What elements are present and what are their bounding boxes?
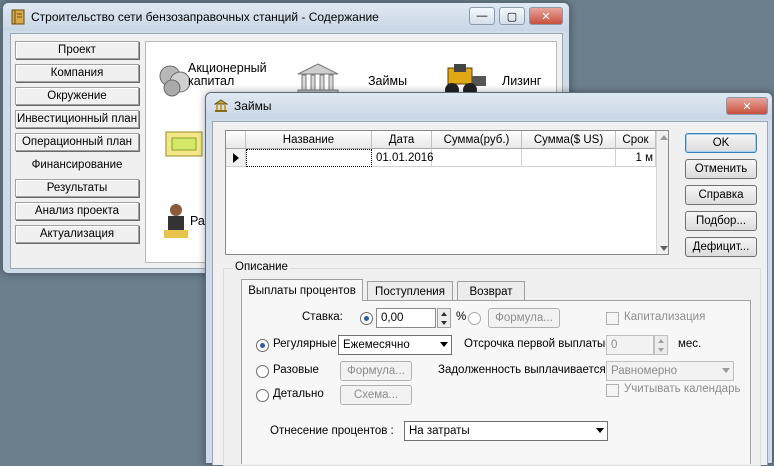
one-time-radio[interactable] [256, 365, 269, 378]
leasing-label: Лизинг [502, 74, 542, 88]
capitalization-label: Капитализация [624, 311, 706, 323]
nav-item-update[interactable]: Актуализация [15, 225, 139, 243]
percent-label: % [456, 311, 467, 323]
stock-capital-label: Акционерный капитал [188, 61, 267, 88]
loans-label: Займы [368, 74, 408, 88]
capitalization-checkbox[interactable] [606, 312, 619, 325]
spin-down-icon [441, 321, 447, 325]
period-select[interactable]: Ежемесячно [338, 335, 452, 355]
nav-item-company[interactable]: Компания [15, 64, 139, 82]
tab-receipts[interactable]: Поступления [367, 281, 453, 301]
one-time-label: Разовые [273, 364, 319, 376]
attribution-select-value: На затраты [409, 425, 470, 437]
regular-radio[interactable] [256, 339, 269, 352]
cell-term[interactable]: 1 м [616, 149, 656, 167]
debt-label: Задолженность выплачивается [438, 364, 606, 376]
spin-down-icon [658, 348, 664, 352]
period-select-value: Ежемесячно [343, 339, 410, 351]
rate-input[interactable]: 0,00 [376, 308, 436, 328]
tab-repayment-label: Возврат [469, 285, 513, 298]
rate-radio[interactable] [360, 312, 373, 325]
help-button[interactable]: Справка [685, 185, 757, 205]
dialog-close-button[interactable]: ✕ [726, 97, 768, 115]
nav-item-investment-plan[interactable]: Инвестиционный план [15, 110, 139, 128]
detailed-label: Детально [273, 388, 324, 400]
cell-name[interactable] [246, 149, 372, 167]
bank-small-icon [214, 99, 228, 112]
ok-button[interactable]: OK [685, 133, 757, 153]
tab-panel: Ставка: 0,00 % Формула... Капитализация … [241, 300, 751, 464]
regular-label: Регулярные [273, 338, 337, 350]
bank-icon [297, 63, 339, 95]
nav-item-results[interactable]: Результаты [15, 179, 139, 197]
chevron-down-icon [596, 428, 604, 433]
grid-header-sum-usd[interactable]: Сумма($ US) [522, 131, 616, 149]
scroll-up-icon[interactable] [660, 135, 668, 140]
chevron-down-icon [722, 368, 730, 373]
months-label: мес. [678, 338, 702, 350]
tab-interest-payments[interactable]: Выплаты процентов [241, 279, 363, 301]
first-delay-input[interactable]: 0 [606, 335, 654, 355]
description-label: Описание [233, 261, 290, 273]
main-window-title: Строительство сети бензозаправочных стан… [31, 10, 379, 24]
dialog-titlebar[interactable]: Займы [206, 93, 772, 119]
grid-header-date[interactable]: Дата [372, 131, 432, 149]
dialog-title: Займы [234, 99, 272, 113]
dialog-client-area: Название Дата Сумма(руб.) Сумма($ US) Ср… [212, 121, 768, 466]
deficit-button[interactable]: Дефицит... [685, 237, 757, 257]
loans-grid[interactable]: Название Дата Сумма(руб.) Сумма($ US) Ср… [225, 130, 669, 255]
certificate-icon [165, 131, 203, 157]
tab-repayment[interactable]: Возврат [457, 281, 525, 301]
scheme-button[interactable]: Схема... [340, 385, 412, 405]
debt-select-value: Равномерно [611, 365, 677, 377]
person-icon [164, 204, 188, 238]
rate-label: Ставка: [302, 311, 343, 323]
scroll-down-icon[interactable] [660, 246, 668, 251]
attribution-select[interactable]: На затраты [404, 421, 608, 441]
tab-interest-payments-label: Выплаты процентов [248, 284, 356, 297]
notebook-icon [11, 9, 25, 25]
rate-spinner[interactable] [437, 308, 451, 328]
grid-scrollbar[interactable] [656, 131, 668, 254]
calendar-checkbox[interactable] [606, 384, 619, 397]
first-delay-spinner[interactable] [654, 335, 668, 355]
spin-up-icon [658, 339, 664, 343]
chevron-down-icon [440, 342, 448, 347]
loans-dialog: Займы ✕ Название Дата Сумма(руб.) Сумма(… [205, 92, 773, 466]
cancel-button[interactable]: Отменить [685, 159, 757, 179]
calendar-label: Учитывать календарь [624, 383, 741, 395]
formula-radio[interactable] [468, 312, 481, 325]
cell-date[interactable]: 01.01.2016 [372, 149, 434, 167]
row-pointer-icon [232, 152, 239, 163]
formula-button[interactable]: Формула... [488, 308, 560, 328]
row-selector[interactable] [226, 149, 246, 167]
nav-item-financing[interactable]: Финансирование [15, 156, 139, 174]
formula-button-2[interactable]: Формула... [340, 361, 412, 381]
debt-select[interactable]: Равномерно [606, 361, 734, 381]
nav-item-project-analysis[interactable]: Анализ проекта [15, 202, 139, 220]
attribution-label: Отнесение процентов : [270, 425, 394, 437]
cell-sum-usd[interactable] [522, 149, 616, 167]
nav-item-project[interactable]: Проект [15, 41, 139, 59]
grid-header-sum-rub[interactable]: Сумма(руб.) [432, 131, 522, 149]
minimize-button[interactable]: — [469, 7, 495, 25]
tab-receipts-label: Поступления [375, 285, 445, 298]
grid-header-term[interactable]: Срок [616, 131, 656, 149]
pick-button[interactable]: Подбор... [685, 211, 757, 231]
spin-up-icon [441, 312, 447, 316]
cell-sum-rub[interactable] [432, 149, 522, 167]
grid-header-name[interactable]: Название [246, 131, 372, 149]
nav-item-operating-plan[interactable]: Операционный план [15, 133, 139, 151]
first-delay-label: Отсрочка первой выплаты [464, 338, 606, 350]
detailed-radio[interactable] [256, 389, 269, 402]
maximize-button[interactable]: ▢ [499, 7, 525, 25]
nav-item-environment[interactable]: Окружение [15, 87, 139, 105]
grid-corner [226, 131, 246, 149]
table-row[interactable]: 01.01.2016 1 м [226, 149, 656, 167]
close-button[interactable]: ✕ [529, 7, 563, 25]
